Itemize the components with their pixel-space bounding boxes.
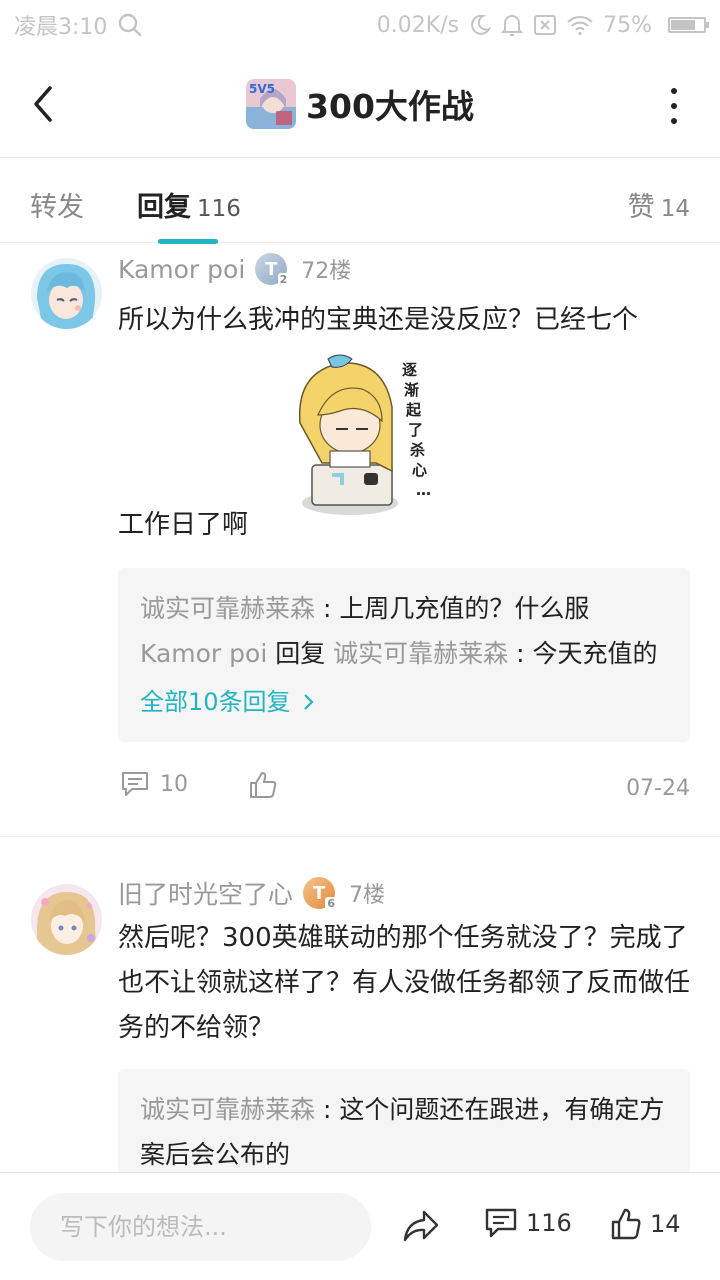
- tab-reply[interactable]: 回复 116: [137, 185, 241, 224]
- top-app-bar: 5V5 300大作战: [0, 50, 720, 158]
- game-icon: 5V5: [246, 78, 297, 129]
- view-all-replies-link[interactable]: 全部10条回复: [140, 680, 668, 724]
- level-badge: T2: [255, 253, 290, 286]
- sticker-image[interactable]: 逐 渐 起 了 杀 心 …: [292, 353, 440, 521]
- tab-like-count: 14: [660, 196, 690, 222]
- level-badge: T6: [303, 877, 338, 910]
- sticker-text-char: 渐: [404, 381, 419, 399]
- view-all-label: 全部10条回复: [140, 688, 291, 716]
- battery-percent: 75%: [603, 12, 652, 38]
- search-icon: [117, 12, 143, 38]
- more-options-button[interactable]: [668, 88, 680, 124]
- comment-icon: [122, 772, 148, 796]
- reply-item: Kamor poi 回复 诚实可靠赫莱森 : 今天充值的: [140, 631, 668, 676]
- comments-count: 116: [526, 1209, 572, 1237]
- reply-separator: :: [315, 1095, 340, 1124]
- tab-forward[interactable]: 转发: [30, 185, 84, 224]
- sticker-text-char: …: [416, 481, 431, 499]
- reply-target-username[interactable]: 诚实可靠赫莱森: [333, 639, 508, 668]
- level-number: 6: [325, 897, 338, 910]
- comment-like-button[interactable]: [248, 770, 278, 800]
- reply-to-label: 回复: [267, 639, 334, 668]
- thumbs-up-icon: [250, 772, 277, 798]
- sticker-text-char: 了: [408, 421, 423, 439]
- level-letter: T: [265, 258, 278, 280]
- bottom-action-bar: 写下你的想法... 116 14: [0, 1172, 720, 1280]
- tab-like[interactable]: 赞 14: [628, 185, 690, 224]
- status-bar: 凌晨3:10 0.02K/s 75%: [0, 0, 720, 50]
- tab-bar: 转发 回复 116 赞 14: [0, 159, 720, 244]
- avatar[interactable]: [31, 884, 102, 955]
- comment-date: 07-24: [626, 776, 690, 801]
- sticker-text-char: 杀: [410, 441, 425, 459]
- reply-username[interactable]: Kamor poi: [140, 639, 267, 668]
- sticker-text-char: 逐: [402, 361, 417, 379]
- tab-reply-label: 回复: [137, 192, 191, 223]
- network-speed: 0.02K/s: [376, 12, 460, 38]
- comments-button[interactable]: 116: [484, 1207, 572, 1239]
- avatar[interactable]: [31, 258, 102, 329]
- sticker-text-char: 心: [412, 461, 427, 479]
- comment-input[interactable]: 写下你的想法...: [30, 1193, 371, 1261]
- tab-like-label: 赞: [627, 192, 655, 223]
- sticker-text-char: 起: [405, 401, 422, 419]
- share-icon: [403, 1210, 439, 1242]
- chevron-right-icon: [304, 694, 314, 710]
- tab-reply-count: 116: [197, 196, 241, 222]
- username[interactable]: Kamor poi: [118, 255, 245, 284]
- comment-count: 10: [160, 771, 188, 797]
- like-button[interactable]: 14: [610, 1207, 681, 1241]
- reply-item: 诚实可靠赫莱森 : 这个问题还在跟进，有确定方案后会公布的: [140, 1087, 668, 1177]
- level-number: 2: [277, 273, 290, 286]
- sim-off-icon: [533, 14, 557, 36]
- reply-item: 诚实可靠赫莱森 : 上周几充值的？什么服: [140, 586, 668, 631]
- thumbs-up-icon: [611, 1208, 641, 1240]
- comment-text: 然后呢？300英雄联动的那个任务就没了？完成了也不让领就这样了？有人没做任务都领…: [118, 923, 691, 1043]
- reply-preview-box[interactable]: 诚实可靠赫莱森 : 上周几充值的？什么服 Kamor poi 回复 诚实可靠赫莱…: [118, 568, 690, 742]
- status-time: 凌晨3:10: [14, 15, 108, 40]
- comment-reply-button[interactable]: 10: [120, 770, 188, 798]
- reply-text: 今天充值的: [532, 639, 658, 668]
- share-button[interactable]: [402, 1209, 440, 1247]
- level-letter: T: [312, 882, 326, 904]
- game-icon-label: 5V5: [249, 82, 275, 96]
- moon-icon: [469, 14, 492, 36]
- comment-meta: Kamor poi T2 72楼: [118, 252, 690, 286]
- back-button[interactable]: [28, 84, 60, 124]
- tab-forward-label: 转发: [30, 192, 84, 223]
- wifi-icon: [567, 14, 593, 36]
- reply-username[interactable]: 诚实可靠赫莱森: [140, 594, 315, 623]
- comment-divider: [0, 836, 720, 837]
- battery-icon: [668, 17, 709, 33]
- comment-icon: [485, 1208, 517, 1238]
- reply-text: 上周几充值的？什么服: [339, 594, 590, 623]
- comment-text: 所以为什么我冲的宝典还是没反应？已经七个: [118, 305, 639, 335]
- comment-meta: 旧了时光空了心 T6 7楼: [118, 876, 690, 910]
- back-arrow-icon: [34, 86, 52, 122]
- more-vertical-icon: [671, 88, 677, 94]
- floor-number: 72楼: [301, 259, 352, 284]
- username[interactable]: 旧了时光空了心: [118, 875, 293, 911]
- likes-count: 14: [650, 1210, 681, 1238]
- reply-separator: :: [508, 639, 533, 668]
- reply-separator: :: [315, 594, 340, 623]
- comment-actions: 10 07-24: [118, 770, 690, 810]
- floor-number: 7楼: [349, 883, 386, 908]
- bell-icon: [501, 13, 524, 37]
- reply-username[interactable]: 诚实可靠赫莱森: [140, 1095, 315, 1124]
- page-title: 300大作战: [306, 86, 474, 126]
- active-tab-indicator: [158, 239, 218, 244]
